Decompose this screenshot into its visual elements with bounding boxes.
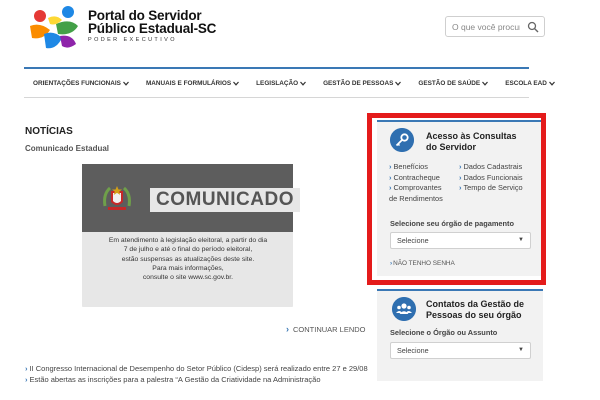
news-list: › II Congresso Internacional de Desempenh… [25,363,370,385]
banner-line: estão suspensas as atualizações deste si… [121,255,255,263]
highlight-frame [367,113,546,285]
people-icon [392,297,416,321]
nav-item-manuais[interactable]: MANUAIS E FORMULÁRIOS [145,79,240,87]
nav-label: GESTÃO DE PESSOAS [323,79,394,87]
nav-label: MANUAIS E FORMULÁRIOS [145,79,232,87]
nav-label: ORIENTAÇÕES FUNCIONAIS [33,79,121,87]
banner-line: Em atendimento à legislação eleitoral, a… [108,237,268,244]
banner-header: COMUNICADO [82,164,300,232]
orgao-assunto-label: Selecione o Órgão ou Assunto [390,328,498,337]
contatos-title: Contatos da Gestão de Pessoas do seu órg… [426,299,524,320]
nav-item-legislacao[interactable]: LEGISLAÇÃO [256,79,307,87]
brand-title[interactable]: Portal do Servidor Público Estadual-SC P… [88,9,216,43]
brand-line-2: Público Estadual-SC [88,21,217,36]
contatos-card: Contatos da Gestão de Pessoas do seu órg… [377,289,543,381]
nav-label: ESCOLA EAD [505,79,547,87]
chevron-right-icon: › [25,364,28,373]
chevron-down-icon [548,81,555,86]
nav-label: LEGISLAÇÃO [256,79,299,87]
nav-item-gestao-pessoas[interactable]: GESTÃO DE PESSOAS [323,79,402,87]
chevron-right-icon: › [286,324,289,334]
state-emblem-icon [103,186,131,210]
search-input[interactable] [446,17,520,37]
dropdown-arrow-icon: ▼ [518,347,524,353]
contatos-title-line: Contatos da Gestão de [426,299,525,309]
brand-line-3: PODER EXECUTIVO [88,37,177,43]
orgao-assunto-select[interactable]: Selecione ▼ [390,342,531,359]
search-box [445,16,545,37]
chevron-down-icon [482,81,489,86]
news-list-item[interactable]: › Estão abertas as inscrições para a pale… [25,374,370,385]
news-item-text: Estão abertas as inscrições para a pales… [29,375,321,384]
nav-item-orientacoes[interactable]: ORIENTAÇÕES FUNCIONAIS [33,80,129,87]
news-subheading[interactable]: Comunicado Estadual [25,144,109,153]
chevron-down-icon [395,81,402,86]
news-item-text: II Congresso Internacional de Desempenho… [29,364,368,373]
banner-line: Para mais informações, [152,264,224,272]
search-icon[interactable] [527,21,539,33]
contatos-title-line: Pessoas do seu órgão [426,309,522,320]
chevron-down-icon [300,81,307,86]
comunicado-banner[interactable]: COMUNICADO Em atendimento à legislação e… [82,164,300,307]
banner-line: 7 de julho e até o final do período elei… [123,246,253,254]
news-list-item[interactable]: › II Congresso Internacional de Desempenh… [25,363,370,374]
chevron-down-icon [122,81,129,86]
nav-item-gestao-saude[interactable]: GESTÃO DE SAÚDE [418,79,489,87]
banner-line: consulte o site www.sc.gov.br. [142,274,234,282]
continue-label: CONTINUAR LENDO [293,324,366,334]
news-heading: NOTÍCIAS [25,126,73,137]
banner-title: COMUNICADO [150,188,300,212]
continue-reading-link[interactable]: › CONTINUAR LENDO [286,324,366,334]
nav-item-escola-ead[interactable]: ESCOLA EAD [505,80,555,87]
main-nav: ORIENTAÇÕES FUNCIONAIS MANUAIS E FORMULÁ… [24,67,555,98]
portal-logo-icon[interactable] [26,4,84,52]
select-value: Selecione [397,346,429,355]
banner-message: Em atendimento à legislação eleitoral, a… [88,236,288,282]
chevron-down-icon [233,81,240,86]
chevron-right-icon: › [25,375,28,384]
nav-label: GESTÃO DE SAÚDE [418,79,481,87]
